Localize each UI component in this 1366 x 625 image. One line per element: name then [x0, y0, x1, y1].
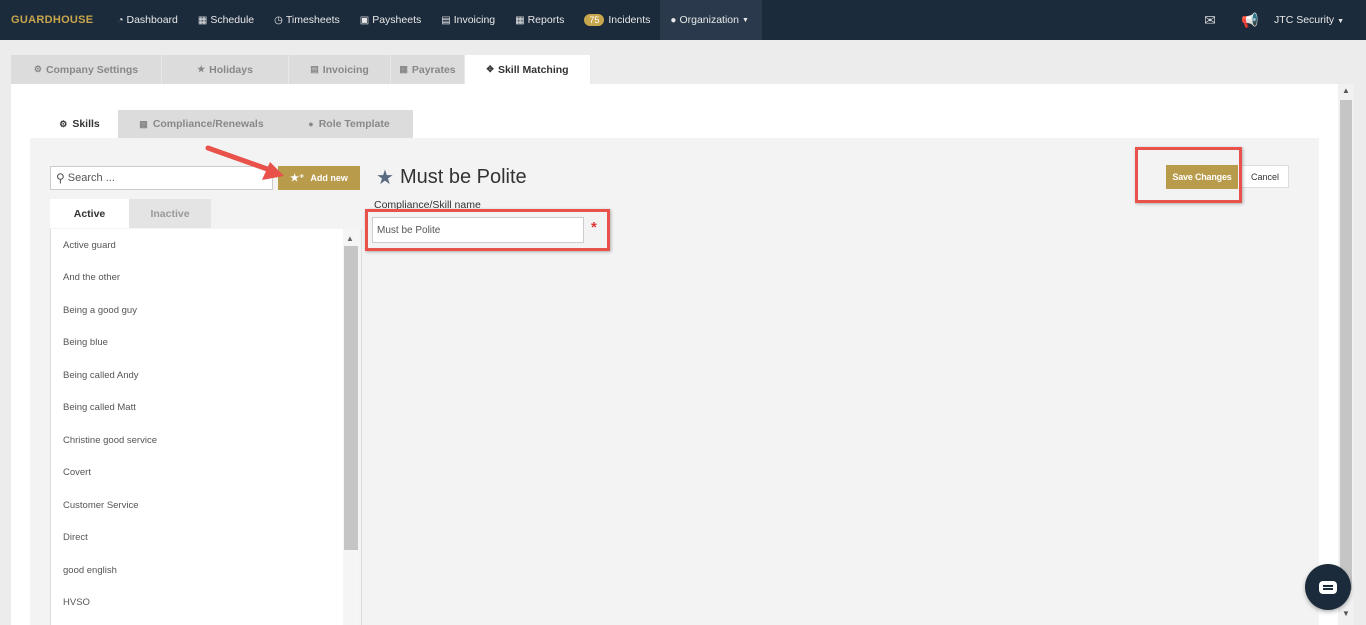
nav-timesheets[interactable]: ◷ Timesheets: [264, 0, 350, 40]
chat-widget-button[interactable]: [1305, 564, 1351, 610]
list-item[interactable]: Being called Andy: [51, 359, 343, 392]
scroll-up-icon[interactable]: ▲: [346, 234, 354, 243]
dashboard-icon: ◔: [117, 14, 124, 26]
navbar-right: ✉ 📢 JTC Security ▼: [1190, 0, 1366, 40]
user-name: JTC Security: [1274, 14, 1335, 26]
search-icon: ⚲: [56, 171, 65, 185]
skill-title: ★ Must be Polite: [376, 165, 527, 190]
nav-reports[interactable]: ▦ Reports: [505, 0, 574, 40]
chat-icon: [1319, 580, 1337, 594]
star-icon: ★: [376, 167, 394, 189]
envelope-icon[interactable]: ✉: [1190, 12, 1230, 29]
divider: [361, 229, 362, 625]
skill-title-text: Must be Polite: [399, 166, 527, 188]
list-item[interactable]: Covert: [51, 457, 343, 490]
top-navbar: GUARDHOUSE ◔ Dashboard ▦ Schedule ◷ Timeshe…: [0, 0, 1366, 40]
caret-down-icon: ▼: [1337, 18, 1344, 25]
list-item[interactable]: Being called Matt: [51, 392, 343, 425]
list-item[interactable]: Being a good guy: [51, 294, 343, 327]
gear-icon: ⚙: [33, 64, 42, 74]
clock-icon: ◷: [274, 14, 283, 26]
nav-organization[interactable]: ● Organization ▼: [660, 0, 762, 40]
add-star-icon: ★⁺: [290, 172, 305, 184]
incidents-count-badge: 75: [584, 14, 605, 26]
list-item[interactable]: HVSO: [51, 587, 343, 620]
list-scrollbar[interactable]: ▲: [343, 229, 359, 625]
tab-payrates-label: Payrates: [411, 63, 456, 76]
list-icon: ▤: [441, 14, 451, 26]
table-icon: ▦: [515, 14, 525, 26]
list-item[interactable]: Being blue: [51, 327, 343, 360]
tab-skill-matching-label: Skill Matching: [497, 63, 569, 76]
list-item[interactable]: Direct: [51, 522, 343, 555]
nav-paysheets[interactable]: ▣ Paysheets: [350, 0, 431, 40]
tab-skills-label: Skills: [72, 118, 100, 130]
bullhorn-icon[interactable]: 📢: [1230, 12, 1270, 29]
highlight-box-input: [365, 209, 610, 251]
tab-holidays-label: Holidays: [209, 63, 253, 76]
nav-reports-label: Reports: [527, 14, 565, 26]
nav-dashboard-label: Dashboard: [126, 14, 178, 26]
page-scrollbar[interactable]: ▲ ▼: [1338, 84, 1354, 625]
list-item[interactable]: Active guard: [51, 229, 343, 262]
star-icon: ★: [197, 64, 206, 74]
scroll-down-icon[interactable]: ▼: [1342, 609, 1350, 618]
tab-company-settings-label: Company Settings: [45, 63, 139, 76]
scroll-up-icon[interactable]: ▲: [1342, 86, 1350, 95]
skills-subtabs: ⚙ Skills ▦ Compliance/Renewals ● Role Templ…: [41, 110, 413, 138]
tab-compliance-renewals[interactable]: ▦ Compliance/Renewals: [118, 110, 285, 138]
nav-incidents-label: Incidents: [608, 14, 651, 26]
calendar-icon: ▦: [197, 14, 208, 26]
nav-timesheets-label: Timesheets: [285, 14, 340, 26]
nav-schedule[interactable]: ▦ Schedule: [188, 0, 264, 40]
brand-logo[interactable]: GUARDHOUSE: [11, 14, 93, 26]
tab-invoicing[interactable]: ▤ Invoicing: [289, 55, 391, 84]
cancel-button[interactable]: Cancel: [1241, 165, 1289, 188]
list-item[interactable]: And the other: [51, 262, 343, 295]
tab-active[interactable]: Active: [50, 199, 129, 228]
list-scrollbar-thumb[interactable]: [344, 246, 358, 550]
highlight-box-save: [1135, 147, 1242, 203]
list-item[interactable]: Customer Service: [51, 489, 343, 522]
users-icon: ●: [670, 14, 677, 26]
user-icon: ●: [308, 119, 314, 129]
list-item[interactable]: good english: [51, 554, 343, 587]
annotation-arrow: [205, 145, 284, 180]
list-icon: ▤: [310, 64, 319, 74]
nav-organization-label: Organization: [679, 14, 739, 26]
add-new-label: Add new: [310, 173, 348, 183]
calendar-icon: ▦: [139, 118, 148, 129]
add-new-button[interactable]: ★⁺ Add new: [278, 166, 360, 190]
user-menu[interactable]: JTC Security ▼: [1274, 14, 1344, 26]
page-scrollbar-thumb[interactable]: [1340, 100, 1352, 590]
caret-down-icon: ▼: [742, 16, 749, 24]
status-filter-tabs: Active Inactive: [50, 199, 211, 228]
money-icon: ▣: [359, 14, 370, 26]
tab-skills[interactable]: ⚙ Skills: [41, 110, 118, 138]
nav-dashboard[interactable]: ◔ Dashboard: [107, 0, 187, 40]
tab-company-settings[interactable]: ⚙ Company Settings: [11, 55, 162, 84]
list-item[interactable]: Christine good service: [51, 424, 343, 457]
tab-compliance-label: Compliance/Renewals: [152, 118, 264, 130]
nav-schedule-label: Schedule: [210, 14, 255, 26]
nav-invoicing[interactable]: ▤ Invoicing: [431, 0, 505, 40]
nav-invoicing-label: Invoicing: [453, 14, 496, 26]
tab-role-template-label: Role Template: [318, 118, 390, 130]
settings-tabs: ⚙ Company Settings ★ Holidays ▤ Invoicing ▦…: [11, 55, 591, 84]
nav-incidents[interactable]: 75 Incidents: [574, 0, 660, 40]
tab-payrates[interactable]: ▦ Payrates: [391, 55, 465, 84]
nav-paysheets-label: Paysheets: [372, 14, 422, 26]
tab-role-template[interactable]: ● Role Template: [285, 110, 413, 138]
tab-skill-matching[interactable]: ✥ Skill Matching: [465, 55, 591, 84]
tab-inactive[interactable]: Inactive: [129, 199, 211, 228]
calendar-icon: ▦: [399, 64, 408, 74]
skills-list: Active guard And the other Being a good …: [50, 229, 343, 625]
tab-holidays[interactable]: ★ Holidays: [162, 55, 289, 84]
gear-icon: ⚙: [59, 118, 68, 129]
tab-invoicing-label: Invoicing: [322, 63, 369, 76]
crosshair-icon: ✥: [486, 64, 494, 74]
